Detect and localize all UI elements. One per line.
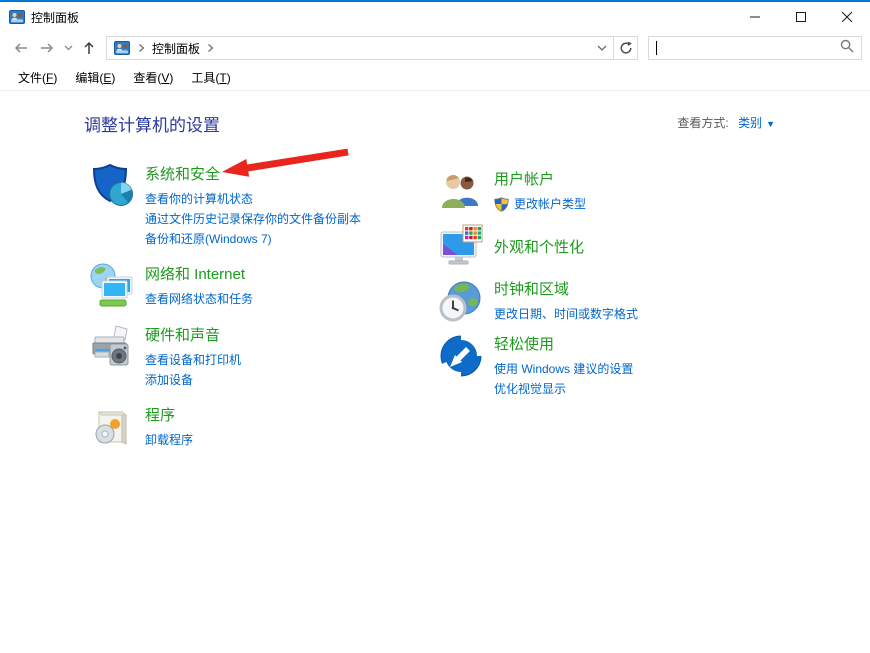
menu-item-e[interactable]: 编辑(E) bbox=[66, 65, 124, 90]
right-column: 用户帐户 更改帐户类型 外观和个性化 时钟和区域 更改日期、时间或数字格式 轻松… bbox=[437, 162, 775, 464]
menu-item-v[interactable]: 查看(V) bbox=[124, 65, 182, 90]
category-user-accounts: 用户帐户 更改帐户类型 bbox=[437, 167, 775, 215]
user-accounts-icon bbox=[437, 167, 485, 215]
category-system-security: 系统和安全 查看你的计算机状态通过文件历史记录保存你的文件备份副本备份和还原(W… bbox=[88, 162, 437, 249]
search-icon bbox=[840, 39, 854, 58]
forward-button[interactable] bbox=[34, 35, 60, 61]
network-internet-icon bbox=[88, 262, 136, 310]
category-grid: 系统和安全 查看你的计算机状态通过文件历史记录保存你的文件备份副本备份和还原(W… bbox=[88, 162, 775, 464]
category-title-system-security[interactable]: 系统和安全 bbox=[145, 163, 220, 184]
programs-icon bbox=[88, 403, 136, 451]
control-panel-icon bbox=[9, 9, 25, 25]
close-button[interactable] bbox=[824, 2, 870, 32]
content-header: 调整计算机的设置 查看方式: 类别▼ bbox=[84, 111, 775, 136]
search-input[interactable] bbox=[648, 36, 862, 60]
control-panel-window: 控制面板 bbox=[0, 0, 870, 653]
recent-pages-chevron-icon[interactable] bbox=[60, 35, 76, 61]
minimize-button[interactable] bbox=[732, 2, 778, 32]
clock-region-link-0[interactable]: 更改日期、时间或数字格式 bbox=[494, 304, 638, 324]
hardware-sound-link-0[interactable]: 查看设备和打印机 bbox=[145, 350, 241, 370]
menu-item-f[interactable]: 文件(F) bbox=[9, 65, 66, 90]
category-title-user-accounts[interactable]: 用户帐户 bbox=[494, 168, 554, 189]
maximize-button[interactable] bbox=[778, 2, 824, 32]
category-ease-of-access: 轻松使用 使用 Windows 建议的设置优化视觉显示 bbox=[437, 332, 775, 399]
back-button[interactable] bbox=[8, 35, 34, 61]
view-by: 查看方式: 类别▼ bbox=[677, 114, 775, 131]
shield-security-icon bbox=[88, 162, 136, 210]
category-title-network-internet[interactable]: 网络和 Internet bbox=[145, 263, 245, 284]
breadcrumb-chevron-icon[interactable] bbox=[202, 43, 219, 53]
appearance-icon bbox=[437, 222, 485, 270]
navigation-bar: 控制面板 bbox=[0, 32, 870, 64]
category-hardware-sound: 硬件和声音 查看设备和打印机添加设备 bbox=[88, 323, 437, 390]
category-appearance-personalization: 外观和个性化 bbox=[437, 222, 775, 270]
hardware-sound-icon bbox=[88, 323, 136, 371]
view-by-value[interactable]: 类别▼ bbox=[738, 116, 775, 130]
system-security-link-1[interactable]: 通过文件历史记录保存你的文件备份副本 bbox=[145, 209, 361, 229]
refresh-button[interactable] bbox=[613, 36, 637, 60]
breadcrumb-item[interactable]: 控制面板 bbox=[150, 40, 202, 57]
content-area: 调整计算机的设置 查看方式: 类别▼ 系统和安全 查看你的计算机状态通过文件历史… bbox=[0, 91, 870, 464]
category-network-internet: 网络和 Internet 查看网络状态和任务 bbox=[88, 262, 437, 310]
category-title-hardware-sound[interactable]: 硬件和声音 bbox=[145, 324, 220, 345]
page-title: 调整计算机的设置 bbox=[84, 111, 220, 136]
menu-item-t[interactable]: 工具(T) bbox=[182, 65, 239, 90]
text-caret bbox=[656, 41, 657, 55]
hardware-sound-link-1[interactable]: 添加设备 bbox=[145, 370, 241, 390]
ease-of-access-link-0[interactable]: 使用 Windows 建议的设置 bbox=[494, 359, 633, 379]
system-security-link-2[interactable]: 备份和还原(Windows 7) bbox=[145, 229, 361, 249]
clock-region-icon bbox=[437, 277, 485, 325]
category-title-ease-of-access[interactable]: 轻松使用 bbox=[494, 333, 554, 354]
category-programs: 程序 卸载程序 bbox=[88, 403, 437, 451]
chevron-down-icon: ▼ bbox=[766, 119, 775, 129]
control-panel-icon bbox=[114, 40, 130, 56]
category-title-appearance-personalization[interactable]: 外观和个性化 bbox=[494, 236, 584, 257]
breadcrumb-chevron-icon[interactable] bbox=[133, 43, 150, 53]
address-dropdown-button[interactable] bbox=[591, 37, 613, 59]
ease-of-access-icon bbox=[437, 332, 485, 380]
up-button[interactable] bbox=[76, 35, 102, 61]
menu-bar: 文件(F)编辑(E)查看(V)工具(T) bbox=[0, 64, 870, 91]
ease-of-access-link-1[interactable]: 优化视觉显示 bbox=[494, 379, 633, 399]
window-title: 控制面板 bbox=[31, 9, 79, 26]
titlebar: 控制面板 bbox=[0, 2, 870, 32]
category-title-clock-region[interactable]: 时钟和区域 bbox=[494, 278, 569, 299]
programs-link-0[interactable]: 卸载程序 bbox=[145, 430, 193, 450]
category-title-programs[interactable]: 程序 bbox=[145, 404, 175, 425]
address-bar[interactable]: 控制面板 bbox=[106, 36, 638, 60]
network-internet-link-0[interactable]: 查看网络状态和任务 bbox=[145, 289, 253, 309]
left-column: 系统和安全 查看你的计算机状态通过文件历史记录保存你的文件备份副本备份和还原(W… bbox=[88, 162, 437, 464]
uac-shield-icon bbox=[494, 197, 509, 212]
category-clock-region: 时钟和区域 更改日期、时间或数字格式 bbox=[437, 277, 775, 325]
user-accounts-link-0[interactable]: 更改帐户类型 bbox=[494, 194, 586, 214]
view-by-label: 查看方式: bbox=[677, 116, 728, 130]
system-security-link-0[interactable]: 查看你的计算机状态 bbox=[145, 189, 361, 209]
window-controls bbox=[732, 2, 870, 32]
